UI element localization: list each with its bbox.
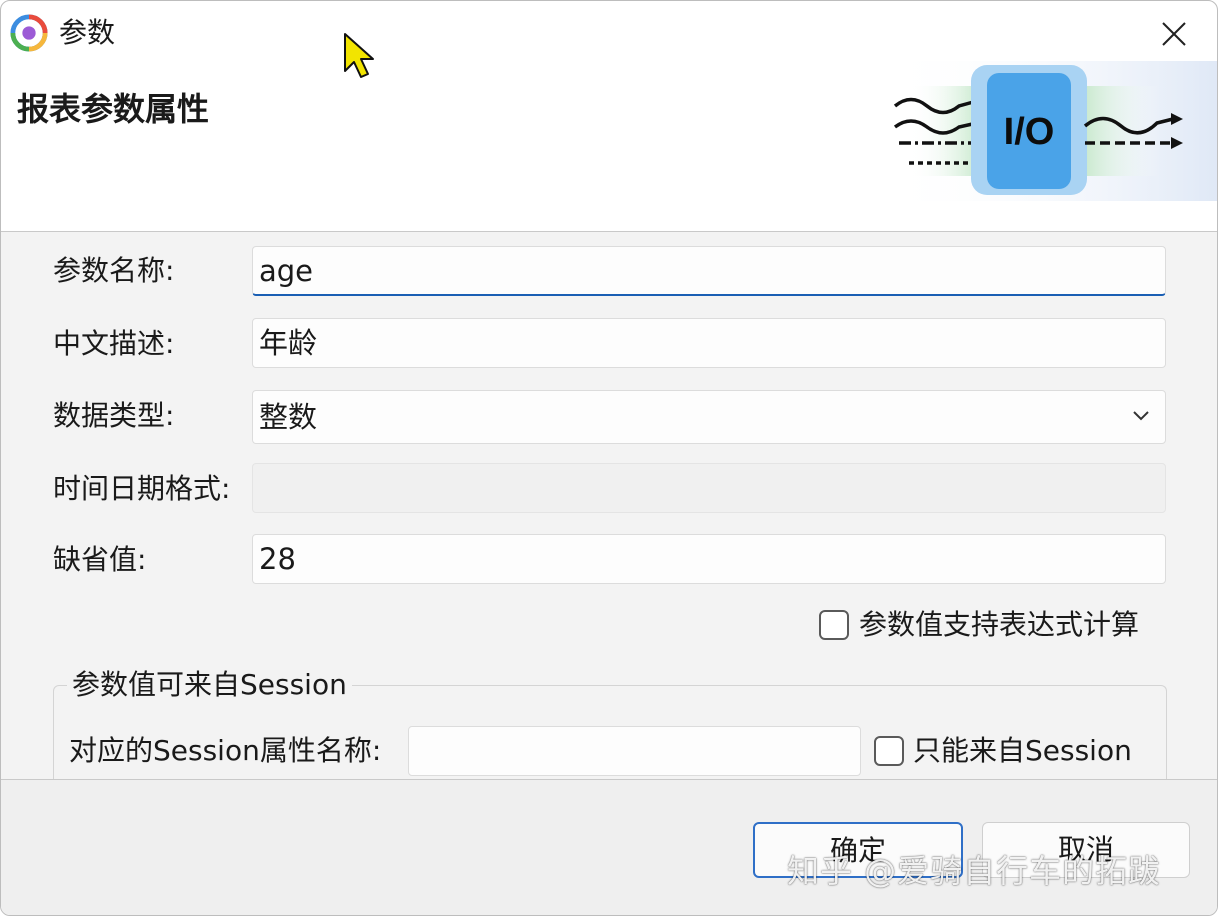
expression-checkbox[interactable]	[819, 610, 849, 640]
close-button[interactable]	[1151, 11, 1197, 57]
default-value-label: 缺省值:	[53, 543, 147, 576]
header-title: 报表参数属性	[17, 90, 210, 128]
description-input[interactable]: 年龄	[252, 318, 1166, 368]
param-name-input[interactable]: age	[252, 246, 1166, 296]
datetime-format-label: 时间日期格式:	[53, 472, 231, 505]
data-type-value: 整数	[259, 400, 318, 434]
title-bar: 参数	[1, 1, 1217, 67]
data-type-label: 数据类型:	[53, 399, 175, 432]
session-attr-input[interactable]	[408, 726, 861, 776]
io-banner-graphic: I/O	[881, 61, 1217, 201]
only-session-checkbox[interactable]	[874, 736, 904, 766]
io-label: I/O	[1004, 111, 1055, 153]
param-name-label: 参数名称:	[53, 254, 175, 287]
close-icon	[1162, 22, 1186, 46]
watermark: 知乎 @爱骑自行车的拓跋	[787, 852, 1162, 890]
session-group-title: 参数值可来自Session	[67, 668, 352, 702]
default-value-input[interactable]: 28	[252, 534, 1166, 584]
parameter-dialog: 参数 报表参数属性 I/O 参数名称: age 中文描述: 年龄 数据类型: 整…	[0, 0, 1218, 916]
expression-checkbox-label[interactable]: 参数值支持表达式计算	[859, 608, 1139, 642]
only-session-label[interactable]: 只能来自Session	[913, 734, 1132, 768]
description-label: 中文描述:	[53, 327, 175, 360]
window-title: 参数	[59, 16, 116, 49]
chevron-down-icon	[1133, 411, 1149, 421]
datetime-format-input	[252, 463, 1166, 513]
mouse-cursor-icon	[344, 33, 374, 78]
session-attr-label: 对应的Session属性名称:	[69, 734, 382, 767]
data-type-select[interactable]: 整数	[252, 390, 1166, 444]
app-logo-icon	[10, 14, 48, 52]
